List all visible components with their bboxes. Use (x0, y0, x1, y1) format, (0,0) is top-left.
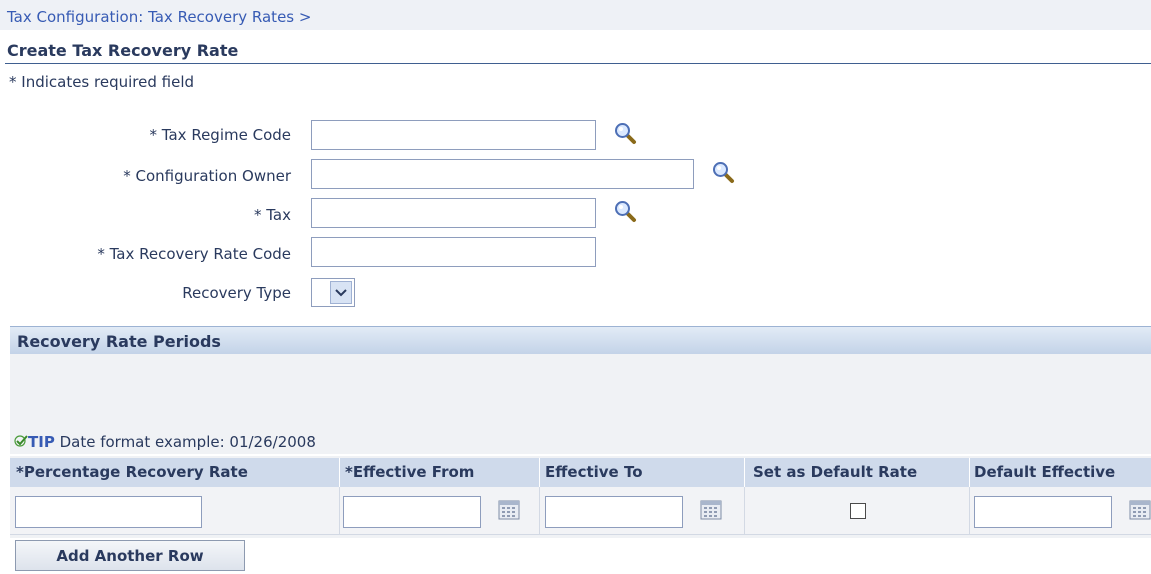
effective-from-input[interactable] (343, 496, 481, 528)
effective-from-calendar-icon[interactable] (498, 500, 520, 520)
tax-regime-code-search-icon[interactable] (613, 121, 637, 145)
checkmark-icon (14, 435, 28, 447)
page-title: Create Tax Recovery Rate (7, 41, 239, 60)
tax-regime-code-label: * Tax Regime Code (149, 126, 291, 144)
tax-recovery-rate-code-input[interactable] (311, 237, 596, 267)
chevron-down-icon (335, 288, 347, 296)
tax-recovery-rate-code-label: * Tax Recovery Rate Code (97, 245, 291, 263)
column-header-effective-from: *Effective From (340, 458, 540, 487)
column-header-percentage-recovery-rate: *Percentage Recovery Rate (10, 458, 340, 487)
tip-label: TIP (28, 433, 55, 451)
required-field-note: * Indicates required field (9, 73, 195, 91)
tax-regime-code-input[interactable] (311, 120, 596, 150)
default-effective-input[interactable] (974, 496, 1112, 528)
configuration-owner-label: * Configuration Owner (123, 167, 291, 185)
tip-note: TIP Date format example: 01/26/2008 (14, 433, 316, 451)
column-header-set-as-default-rate: Set as Default Rate (745, 458, 970, 487)
recovery-rate-periods-title: Recovery Rate Periods (17, 332, 221, 351)
recovery-type-label: Recovery Type (182, 284, 291, 302)
add-another-row-button[interactable]: Add Another Row (15, 540, 245, 571)
title-divider (5, 63, 1151, 64)
percentage-recovery-rate-input[interactable] (15, 496, 202, 528)
set-as-default-rate-checkbox[interactable] (850, 503, 866, 519)
effective-to-input[interactable] (545, 496, 683, 528)
tax-search-icon[interactable] (613, 199, 637, 223)
recovery-type-dropdown-button[interactable] (330, 281, 352, 304)
configuration-owner-input[interactable] (311, 159, 694, 189)
recovery-type-select[interactable] (311, 278, 355, 307)
tip-text: Date format example: 01/26/2008 (59, 433, 316, 451)
effective-to-calendar-icon[interactable] (700, 500, 722, 520)
default-effective-calendar-icon[interactable] (1129, 500, 1151, 520)
column-header-default-effective: Default Effective (970, 458, 1151, 487)
column-header-effective-to: Effective To (540, 458, 745, 487)
tax-input[interactable] (311, 198, 596, 228)
breadcrumb[interactable]: Tax Configuration: Tax Recovery Rates > (7, 8, 311, 26)
configuration-owner-search-icon[interactable] (711, 160, 735, 184)
tax-label: * Tax (253, 206, 291, 224)
